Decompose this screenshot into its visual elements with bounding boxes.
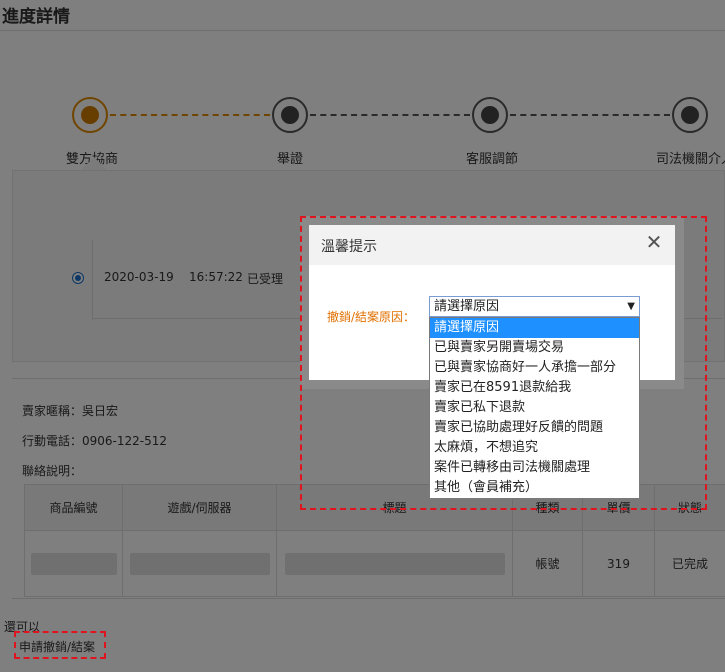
- annotation-highlight-box: [14, 631, 106, 659]
- annotation-highlight-box: [300, 216, 707, 510]
